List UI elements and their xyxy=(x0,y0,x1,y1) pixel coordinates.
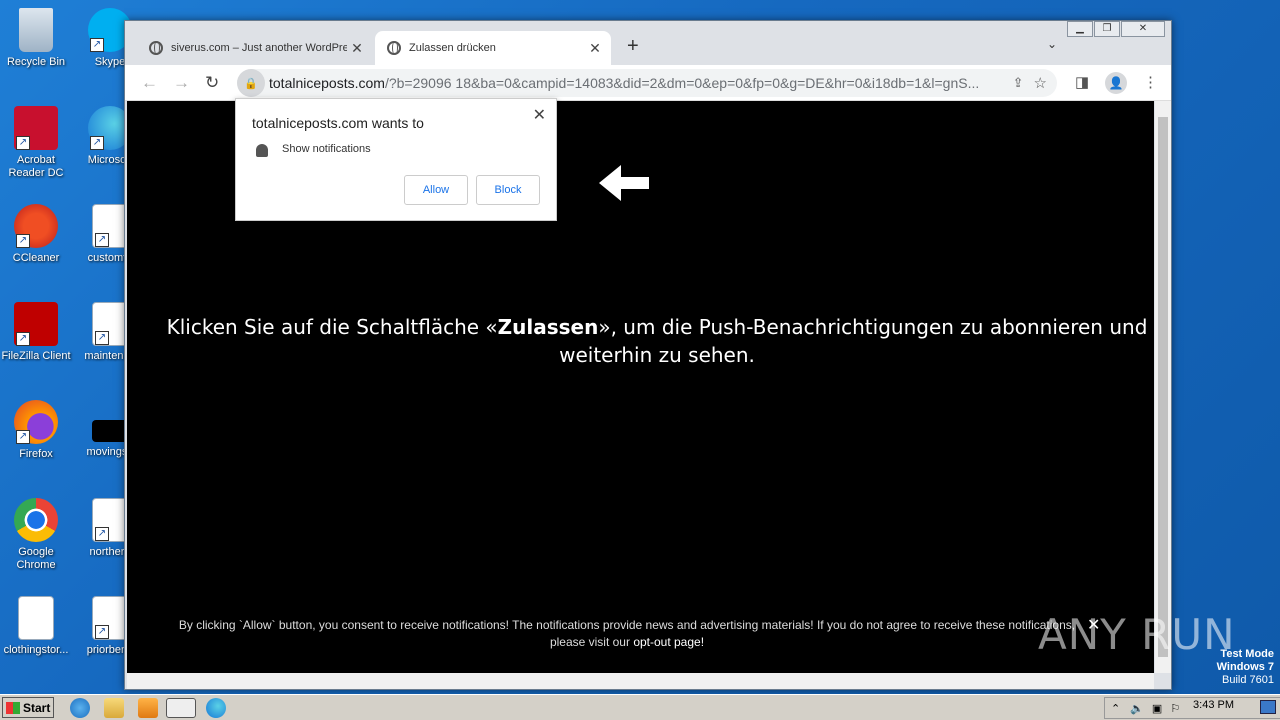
headline-text-start: Klicken Sie auf die Schaltfläche « xyxy=(166,315,498,339)
desktop-icon-label: Skype xyxy=(94,56,126,68)
globe-icon xyxy=(149,41,163,55)
footer-text: please visit our xyxy=(549,635,634,649)
globe-icon xyxy=(387,41,401,55)
word-document-icon: ↗ xyxy=(92,498,128,542)
tab-search-icon[interactable]: ⌄ xyxy=(1047,37,1057,51)
consent-footer: By clicking `Allow` button, you consent … xyxy=(147,617,1107,651)
test-mode-text: Test Mode xyxy=(1220,648,1274,660)
popup-close-icon[interactable]: ✕ xyxy=(533,105,546,125)
tab-siverus[interactable]: siverus.com – Just another WordPre ✕ xyxy=(137,31,373,65)
allow-button[interactable]: Allow xyxy=(404,175,468,205)
scrollbar-thumb[interactable] xyxy=(1158,117,1168,657)
chrome-taskbar-icon[interactable] xyxy=(166,698,196,718)
desktop-icon-label: Google Chrome xyxy=(16,546,56,571)
show-desktop-icon[interactable] xyxy=(1260,700,1276,714)
new-tab-button[interactable]: + xyxy=(627,35,639,58)
word-document-icon: ↗ xyxy=(92,596,128,640)
headline-bold: Zulassen xyxy=(497,315,599,339)
side-panel-icon[interactable]: ◨ xyxy=(1075,73,1089,91)
desktop-icon-word-doc[interactable]: clothingstor... xyxy=(0,596,74,657)
desktop-icon-recycle-bin[interactable]: Recycle Bin xyxy=(0,8,74,69)
reload-icon[interactable]: ↻ xyxy=(205,73,219,93)
footer-line-2: please visit our opt-out page! xyxy=(147,634,1107,651)
test-mode-label: Test Mode Windows 7 Build 7601 xyxy=(1217,648,1274,687)
footer-line-1: By clicking `Allow` button, you consent … xyxy=(178,618,1076,632)
share-icon[interactable]: ⇪ xyxy=(1013,75,1024,91)
browser-toolbar: ← → ↻ 🔒 totalniceposts.com/?b=29096 18&b… xyxy=(125,65,1171,101)
firefox-icon: ↗ xyxy=(14,400,58,444)
forward-icon[interactable]: → xyxy=(173,73,190,93)
window-controls: ▁ ❐ ✕ xyxy=(1066,21,1165,37)
internet-explorer-icon[interactable] xyxy=(70,698,90,718)
url-path: /?b=29096 18&ba=0&campid=14083&did=2&dm=… xyxy=(384,75,980,91)
horizontal-scrollbar[interactable] xyxy=(127,673,1154,689)
desktop-icon-ccleaner[interactable]: ↗ CCleaner xyxy=(0,204,74,265)
file-icon xyxy=(92,420,128,442)
tab-title: siverus.com – Just another WordPre xyxy=(171,42,347,54)
minimize-button[interactable]: ▁ xyxy=(1067,21,1093,37)
menu-kebab-icon[interactable]: ⋮ xyxy=(1143,73,1158,91)
window-close-button[interactable]: ✕ xyxy=(1121,21,1165,37)
tab-close-icon[interactable]: ✕ xyxy=(585,40,605,57)
address-bar[interactable]: 🔒 totalniceposts.com/?b=29096 18&ba=0&ca… xyxy=(237,69,1057,97)
profile-avatar-icon[interactable]: 👤 xyxy=(1105,72,1127,94)
bookmark-star-icon[interactable]: ☆ xyxy=(1034,74,1047,92)
desktop-icon-label: Recycle Bin xyxy=(6,56,66,68)
taskbar-clock[interactable]: 3:43 PM xyxy=(1193,699,1234,711)
notification-permission-popup: totalniceposts.com wants to ✕ Show notif… xyxy=(235,98,557,221)
tray-expand-icon[interactable]: ⌃ xyxy=(1111,702,1120,715)
tab-title: Zulassen drücken xyxy=(409,42,496,54)
media-player-icon[interactable] xyxy=(138,698,158,718)
ccleaner-icon: ↗ xyxy=(14,204,58,248)
desktop-icon-label: Firefox xyxy=(19,448,53,460)
bell-icon xyxy=(256,144,268,157)
word-document-icon: ↗ xyxy=(92,204,128,248)
lock-icon[interactable]: 🔒 xyxy=(237,69,265,97)
filezilla-icon: ↗ xyxy=(14,302,58,346)
os-name-text: Windows 7 xyxy=(1216,661,1274,673)
url-host: totalniceposts.com xyxy=(269,75,385,91)
anyrun-watermark: ANY RUN xyxy=(1038,610,1236,659)
action-center-flag-icon[interactable]: ⚐ xyxy=(1170,702,1180,715)
url-text: totalniceposts.com/?b=29096 18&ba=0&camp… xyxy=(269,75,1003,91)
arrow-left-icon xyxy=(599,165,649,201)
network-icon[interactable]: ▣ xyxy=(1152,702,1162,715)
start-button[interactable]: Start xyxy=(2,697,54,718)
word-document-icon: ↗ xyxy=(92,302,128,346)
desktop-icon-label: CCleaner xyxy=(12,252,60,264)
headline-text-end: », um die Push-Benachrichtigungen zu abo… xyxy=(559,315,1148,367)
desktop-icon-label: clothingstor... xyxy=(3,644,69,656)
popup-title: totalniceposts.com wants to xyxy=(252,115,424,131)
recycle-bin-icon xyxy=(19,8,53,52)
tab-zulassen[interactable]: Zulassen drücken ✕ xyxy=(375,31,611,65)
windows-logo-icon xyxy=(6,701,20,714)
desktop: Recycle Bin ↗ Skype ↗ Acrobat Reader DC … xyxy=(0,0,1280,694)
edge-taskbar-icon[interactable] xyxy=(206,698,226,718)
back-icon[interactable]: ← xyxy=(141,73,158,93)
desktop-icon-label: Acrobat Reader DC xyxy=(8,154,64,179)
desktop-icon-firefox[interactable]: ↗ Firefox xyxy=(0,400,74,461)
desktop-icon-google-chrome[interactable]: Google Chrome xyxy=(0,498,74,572)
vertical-scrollbar[interactable] xyxy=(1155,101,1171,673)
start-label: Start xyxy=(23,700,51,715)
opt-out-link[interactable]: opt-out page! xyxy=(633,635,704,649)
desktop-icon-acrobat[interactable]: ↗ Acrobat Reader DC xyxy=(0,106,74,180)
system-tray: ⌃ 🔈 ▣ ⚐ xyxy=(1104,697,1280,719)
tab-strip: siverus.com – Just another WordPre ✕ Zul… xyxy=(125,21,1171,65)
popup-permission-text: Show notifications xyxy=(282,143,371,155)
volume-icon[interactable]: 🔈 xyxy=(1130,702,1144,715)
taskbar: Start ⌃ 🔈 ▣ ⚐ 3:43 PM xyxy=(0,694,1280,720)
chrome-icon xyxy=(14,498,58,542)
build-text: Build 7601 xyxy=(1222,674,1274,686)
page-headline: Klicken Sie auf die Schaltfläche «Zulass… xyxy=(157,313,1157,369)
acrobat-icon: ↗ xyxy=(14,106,58,150)
explorer-folder-icon[interactable] xyxy=(104,698,124,718)
desktop-icon-filezilla[interactable]: ↗ FileZilla Client xyxy=(0,302,74,363)
tab-close-icon[interactable]: ✕ xyxy=(347,40,367,57)
desktop-icon-label: FileZilla Client xyxy=(1,350,71,362)
restore-button[interactable]: ❐ xyxy=(1094,21,1120,37)
block-button[interactable]: Block xyxy=(476,175,540,205)
word-document-icon xyxy=(18,596,54,640)
